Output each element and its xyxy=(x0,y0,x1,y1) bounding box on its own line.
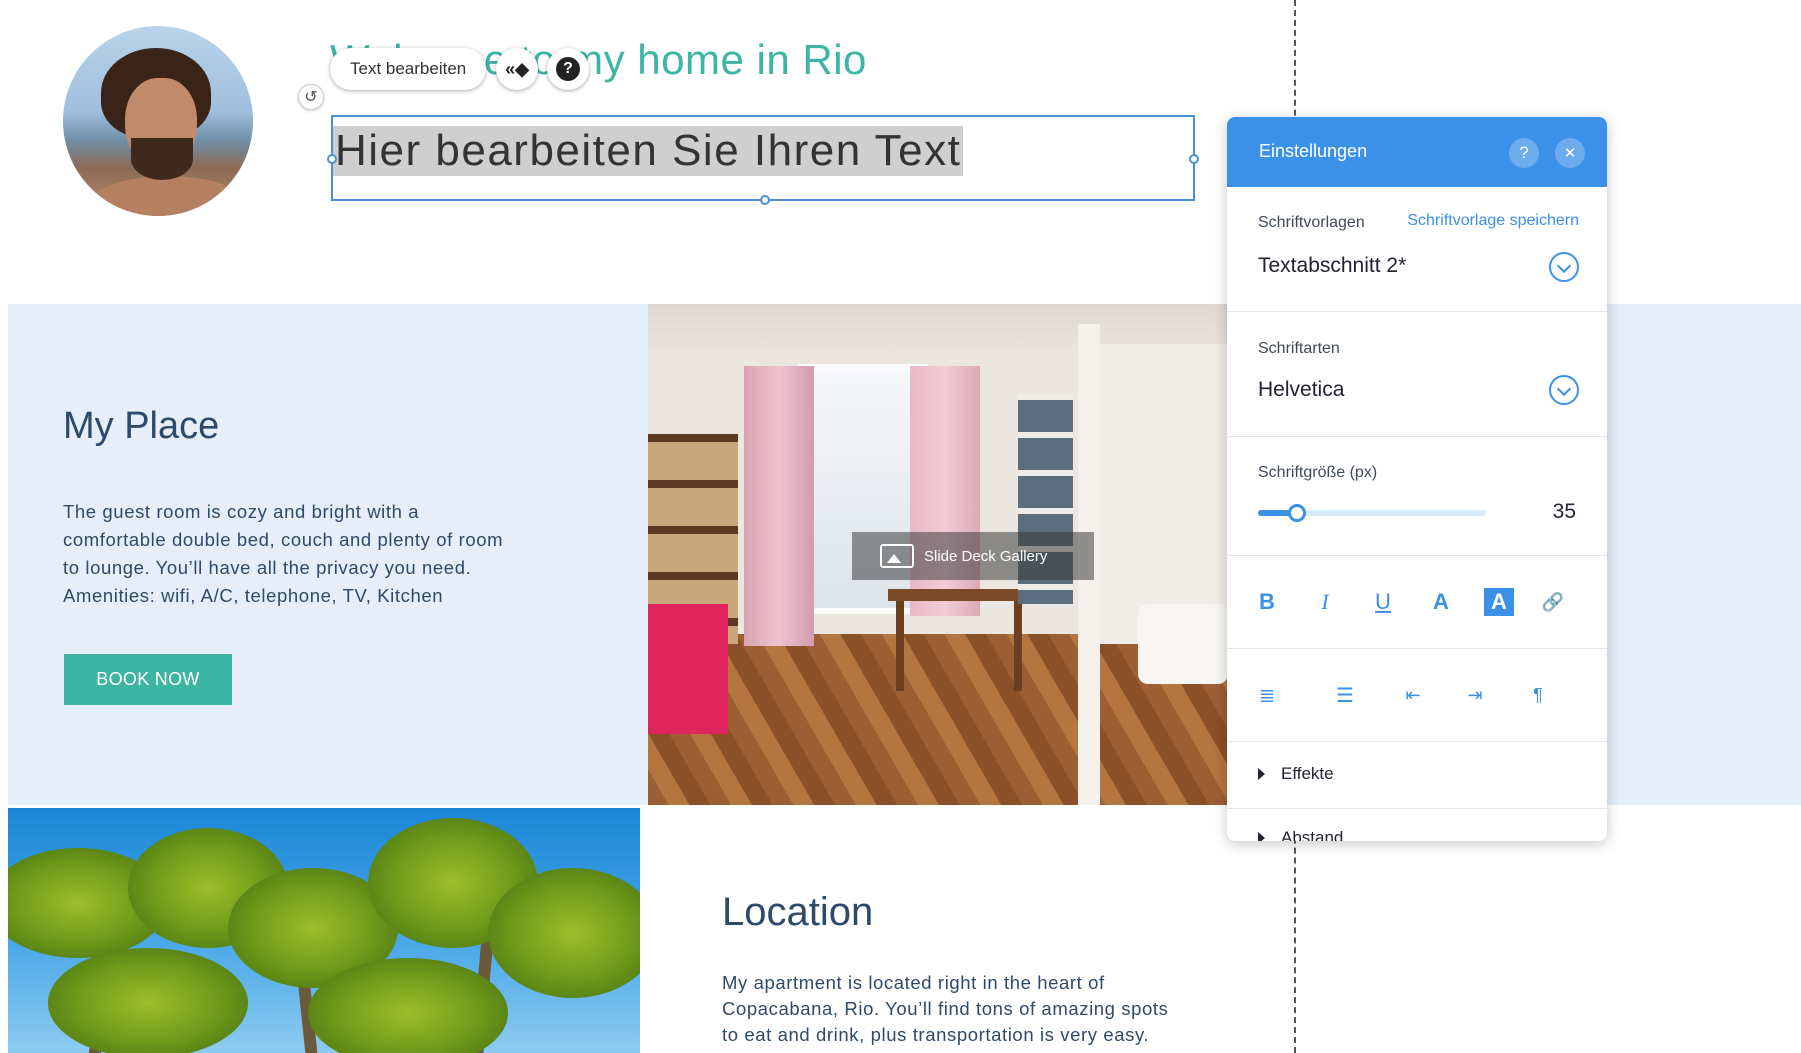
palm-trees-photo[interactable] xyxy=(8,808,640,1053)
image-icon xyxy=(880,544,914,568)
rotate-icon[interactable]: ↺ xyxy=(298,84,324,110)
book-now-button[interactable]: BOOK NOW xyxy=(64,654,232,705)
font-size-section: Schriftgröße (px) xyxy=(1227,437,1607,556)
gallery-label-text: Slide Deck Gallery xyxy=(924,547,1048,565)
fonts-section: Schriftarten Helvetica xyxy=(1227,312,1607,437)
text-color-icon[interactable]: A xyxy=(1421,582,1461,622)
location-title: Location xyxy=(722,890,874,934)
my-place-description: The guest room is cozy and bright with a… xyxy=(63,501,504,606)
font-value[interactable]: Helvetica xyxy=(1258,378,1344,402)
format-section: B I U A A 🔗 xyxy=(1227,556,1607,649)
highlight-color-icon[interactable]: A xyxy=(1484,588,1514,616)
text-direction-icon[interactable]: ¶ xyxy=(1518,675,1558,715)
text-settings-panel: Einstellungen ? ✕ Schriftvorlagen Schrif… xyxy=(1227,117,1607,841)
close-icon[interactable]: ✕ xyxy=(1555,138,1585,168)
settings-title: Einstellungen xyxy=(1259,141,1368,161)
gallery-label[interactable]: Slide Deck Gallery xyxy=(852,532,1094,580)
underline-icon[interactable]: U xyxy=(1363,582,1403,622)
indent-decrease-icon[interactable]: ⇤ xyxy=(1393,675,1433,715)
selected-text[interactable]: Hier bearbeiten Sie Ihren Text xyxy=(333,126,964,176)
font-size-slider[interactable] xyxy=(1258,504,1486,522)
edit-text-button[interactable]: Text bearbeiten xyxy=(330,48,487,90)
resize-handle-bottom[interactable] xyxy=(760,195,770,205)
fonts-label: Schriftarten xyxy=(1258,340,1340,357)
help-icon: ? xyxy=(556,57,580,81)
resize-handle-left[interactable] xyxy=(327,154,337,164)
effects-section: Effekte xyxy=(1227,742,1607,809)
help-icon[interactable]: ? xyxy=(1509,138,1539,168)
location-description: My apartment is located right in the hea… xyxy=(722,972,1169,1045)
align-left-icon[interactable]: ≣ xyxy=(1247,675,1287,715)
bullet-list-icon[interactable]: ☰ xyxy=(1325,675,1365,715)
font-styles-label: Schriftvorlagen xyxy=(1258,214,1365,231)
font-style-value[interactable]: Textabschnitt 2* xyxy=(1258,254,1406,278)
settings-header[interactable]: Einstellungen ? ✕ xyxy=(1227,117,1607,187)
font-size-label: Schriftgröße (px) xyxy=(1258,464,1378,481)
indent-increase-icon[interactable]: ⇥ xyxy=(1455,675,1495,715)
spacing-expander[interactable]: Abstand xyxy=(1258,828,1343,841)
expand-triangle-icon xyxy=(1258,832,1265,841)
my-place-title: My Place xyxy=(63,405,220,447)
effects-expander[interactable]: Effekte xyxy=(1258,764,1334,784)
font-styles-section: Schriftvorlagen Schriftvorlage speichern… xyxy=(1227,187,1607,312)
chevron-down-icon[interactable] xyxy=(1549,252,1579,282)
help-button[interactable]: ? xyxy=(547,48,589,90)
font-size-value[interactable]: 35 xyxy=(1553,500,1576,524)
alignment-section: ≣ ☰ ⇤ ⇥ ¶ xyxy=(1227,649,1607,742)
chevron-down-icon[interactable] xyxy=(1549,375,1579,405)
resize-handle-right[interactable] xyxy=(1189,154,1199,164)
save-style-link[interactable]: Schriftvorlage speichern xyxy=(1407,212,1579,230)
italic-icon[interactable]: I xyxy=(1305,582,1345,622)
bold-icon[interactable]: B xyxy=(1247,582,1287,622)
link-icon[interactable]: 🔗 xyxy=(1533,582,1573,622)
slider-handle[interactable] xyxy=(1287,504,1306,522)
spacing-section: Abstand xyxy=(1227,809,1607,841)
animation-icon[interactable]: «◆ xyxy=(496,48,538,90)
avatar[interactable] xyxy=(63,26,253,216)
expand-triangle-icon xyxy=(1258,768,1265,780)
text-element-selection[interactable]: Hier bearbeiten Sie Ihren Text xyxy=(327,115,1199,205)
